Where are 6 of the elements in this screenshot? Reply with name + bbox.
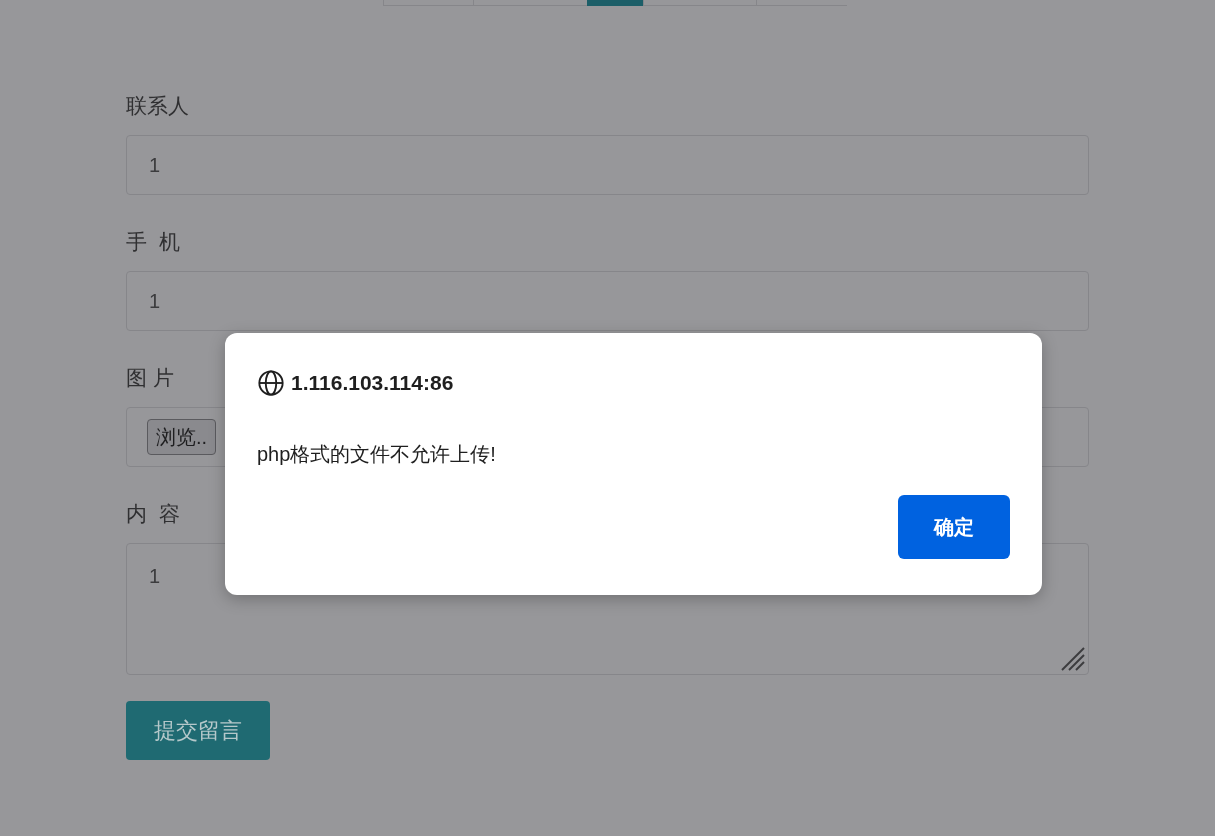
field-label: 联系人 bbox=[126, 94, 189, 118]
field-label: 图 片 bbox=[126, 366, 174, 390]
dialog-message: php格式的文件不允许上传! bbox=[257, 441, 496, 467]
dialog-title: 1.116.103.114:86 bbox=[291, 370, 454, 396]
field-label: 手 机 bbox=[126, 230, 180, 254]
field-label: 内 容 bbox=[126, 502, 180, 526]
